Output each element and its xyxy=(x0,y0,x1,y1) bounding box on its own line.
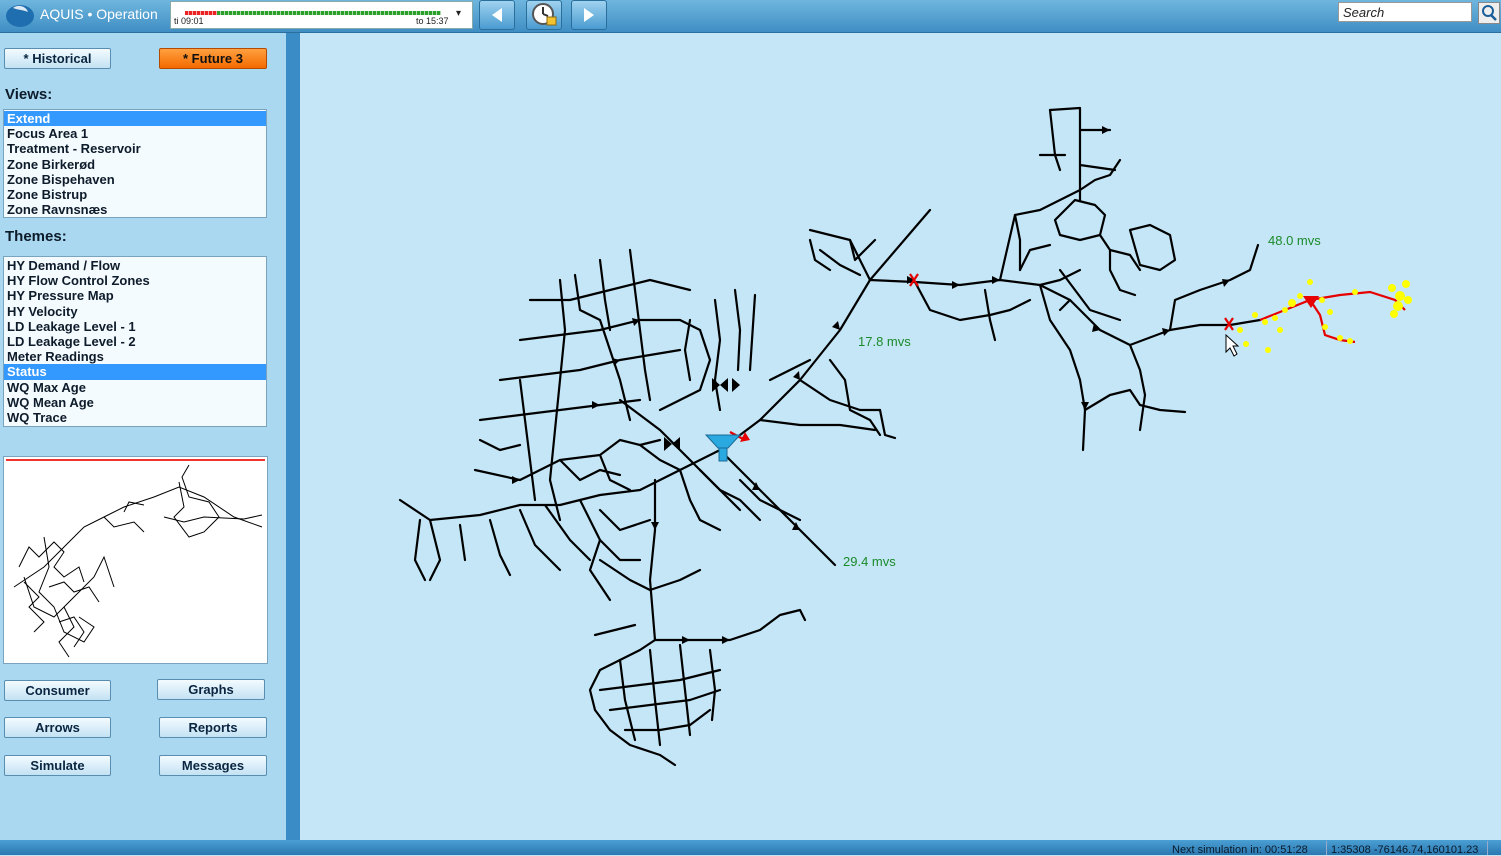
view-item[interactable]: Zone Bispehaven xyxy=(4,172,266,187)
scale-coordinates-status: 1:35308 -76146.74,160101.23 xyxy=(1331,844,1479,856)
search-input[interactable] xyxy=(1338,2,1472,22)
messages-button[interactable]: Messages xyxy=(159,755,267,776)
theme-item[interactable]: Status xyxy=(4,364,266,380)
meter-dots xyxy=(1237,279,1412,353)
theme-item[interactable]: WQ Mean Age xyxy=(4,395,266,410)
next-button[interactable] xyxy=(571,0,607,30)
theme-item[interactable]: HY Velocity xyxy=(4,304,266,319)
consumer-button[interactable]: Consumer xyxy=(4,680,111,701)
triangle-right-icon xyxy=(584,8,594,22)
network-map[interactable]: 48.0 mvs 17.8 mvs 29.4 mvs xyxy=(300,33,1501,840)
historical-button[interactable]: * Historical xyxy=(4,48,111,69)
overview-map[interactable] xyxy=(3,456,268,664)
view-item[interactable]: Zone Birkerød xyxy=(4,157,266,172)
views-heading: Views: xyxy=(5,86,53,103)
mouse-cursor-icon xyxy=(1225,333,1240,357)
view-item[interactable]: Zone Ravnsnæs xyxy=(4,202,266,217)
timeline-bar[interactable] xyxy=(185,11,441,15)
theme-item[interactable]: Meter Readings xyxy=(4,349,266,364)
view-item[interactable]: Treatment - Reservoir xyxy=(4,141,266,156)
view-item[interactable]: Focus Area 1 xyxy=(4,126,266,141)
graphs-button[interactable]: Graphs xyxy=(157,679,265,700)
timeline-dropdown-icon[interactable]: ▾ xyxy=(456,8,461,19)
future-button[interactable]: * Future 3 xyxy=(159,48,267,69)
top-toolbar: AQUIS • Operation ti 09:01 to 15:37 ▾ xyxy=(0,0,1501,33)
reservoir-icon xyxy=(704,434,742,462)
search-button[interactable] xyxy=(1478,2,1500,24)
theme-item[interactable]: HY Pressure Map xyxy=(4,288,266,303)
arrows-button[interactable]: Arrows xyxy=(4,717,111,738)
overview-network xyxy=(13,464,263,658)
previous-button[interactable] xyxy=(479,0,515,30)
reports-button[interactable]: Reports xyxy=(159,717,267,738)
view-item[interactable]: Zone Bistrup xyxy=(4,187,266,202)
theme-item[interactable]: LD Leakage Level - 2 xyxy=(4,334,266,349)
timeline-end-label: to 15:37 xyxy=(416,16,449,26)
pipes xyxy=(398,106,1262,767)
pressure-label-south: 29.4 mvs xyxy=(843,554,896,569)
overview-extent-indicator xyxy=(6,459,265,461)
magnifier-icon xyxy=(1482,5,1497,21)
aquis-logo-icon xyxy=(6,5,34,27)
theme-item[interactable]: WQ Max Age xyxy=(4,380,266,395)
panel-splitter[interactable] xyxy=(286,33,300,840)
app-title: AQUIS • Operation xyxy=(40,6,158,22)
highlighted-pipes xyxy=(729,290,1406,441)
triangle-left-icon xyxy=(492,8,502,22)
view-item[interactable]: Extend xyxy=(4,111,266,127)
clock-lock-icon xyxy=(532,3,557,26)
themes-heading: Themes: xyxy=(5,228,67,245)
timeline-start-label: ti 09:01 xyxy=(174,16,204,26)
themes-list[interactable]: HY Demand / Flow HY Flow Control Zones HY … xyxy=(3,256,267,427)
next-simulation-status: Next simulation in: 00:51:28 xyxy=(1172,844,1308,856)
theme-item[interactable]: HY Flow Control Zones xyxy=(4,273,266,288)
status-bar: Next simulation in: 00:51:28 1:35308 -76… xyxy=(0,840,1501,856)
theme-item[interactable]: HY Demand / Flow xyxy=(4,258,266,273)
views-list[interactable]: Extend Focus Area 1 Treatment - Reservoir Z… xyxy=(3,109,267,218)
clock-lock-button[interactable] xyxy=(526,0,562,30)
theme-item[interactable]: LD Leakage Level - 1 xyxy=(4,319,266,334)
pressure-label-east: 48.0 mvs xyxy=(1268,233,1321,248)
timeline-slider[interactable]: ti 09:01 to 15:37 ▾ xyxy=(170,1,473,29)
pressure-label-north: 17.8 mvs xyxy=(858,334,911,349)
theme-item[interactable]: WQ Trace xyxy=(4,410,266,425)
pipe-network xyxy=(398,106,1412,767)
simulate-button[interactable]: Simulate xyxy=(4,755,111,776)
